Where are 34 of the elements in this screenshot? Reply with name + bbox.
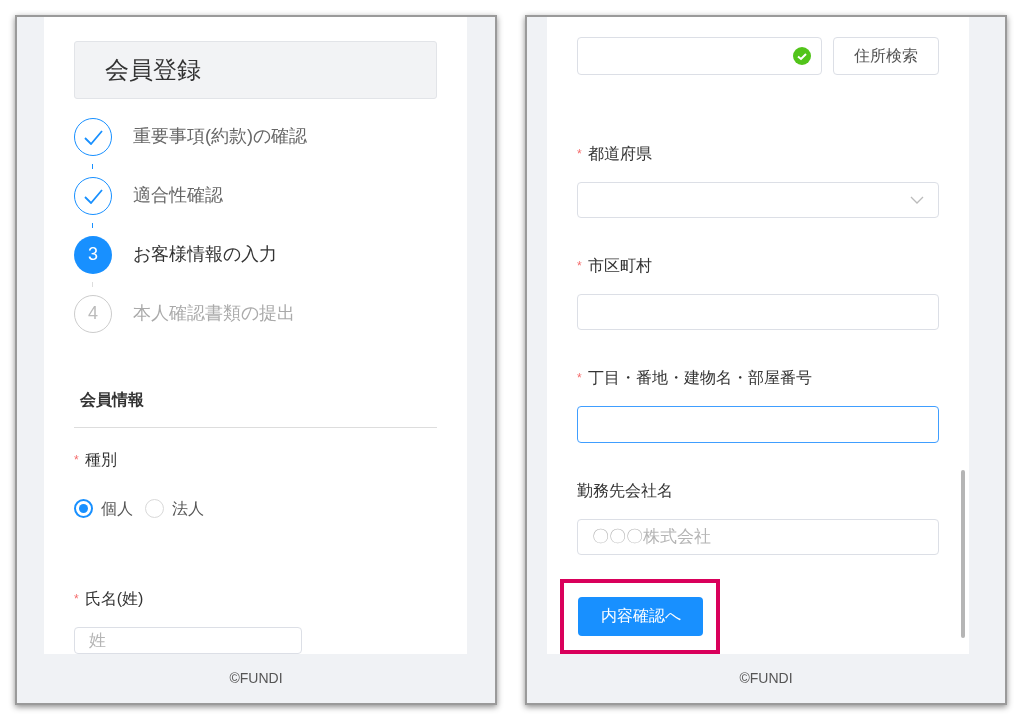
field-label: 勤務先会社名	[577, 480, 673, 501]
field-label: 種別	[84, 449, 117, 470]
required-asterisk: *	[74, 451, 79, 469]
required-asterisk: *	[577, 370, 582, 388]
input-field[interactable]	[577, 406, 939, 443]
page-title: 会員登録	[105, 54, 201, 85]
placeholder-text: 姓	[89, 629, 106, 652]
confirm-button[interactable]: 内容確認へ	[578, 597, 703, 636]
field-label: 市区町村	[587, 255, 652, 276]
field-label: 氏名(姓)	[84, 588, 144, 609]
footer-copyright: ©FUNDI	[739, 669, 793, 688]
footer-copyright: ©FUNDI	[229, 669, 283, 688]
step-number: 3	[74, 235, 112, 274]
field-label: 丁目・番地・建物名・部屋番号	[587, 368, 812, 389]
input-field[interactable]: 姓	[74, 626, 302, 654]
check-icon	[83, 187, 103, 204]
step-label: お客様情報の入力	[133, 243, 277, 267]
chevron-down-icon	[910, 195, 924, 204]
step-label: 重要事項(約款)の確認	[133, 125, 307, 149]
radio-button[interactable]	[74, 499, 93, 519]
select-field[interactable]	[577, 181, 939, 218]
postal-code-field[interactable]	[577, 37, 822, 75]
section-title: 会員情報	[80, 390, 144, 408]
required-asterisk: *	[577, 145, 582, 163]
check-icon	[83, 128, 103, 145]
address-search-button[interactable]: 住所検索	[832, 37, 939, 75]
step-label: 本人確認書類の提出	[133, 302, 295, 326]
scrollbar[interactable]	[961, 470, 965, 638]
radio-label: 個人	[101, 498, 133, 519]
radio-label: 法人	[172, 498, 204, 519]
required-asterisk: *	[74, 590, 79, 608]
required-asterisk: *	[577, 257, 582, 275]
field-label: 都道府県	[587, 143, 652, 164]
step-label: 適合性確認	[133, 184, 223, 208]
